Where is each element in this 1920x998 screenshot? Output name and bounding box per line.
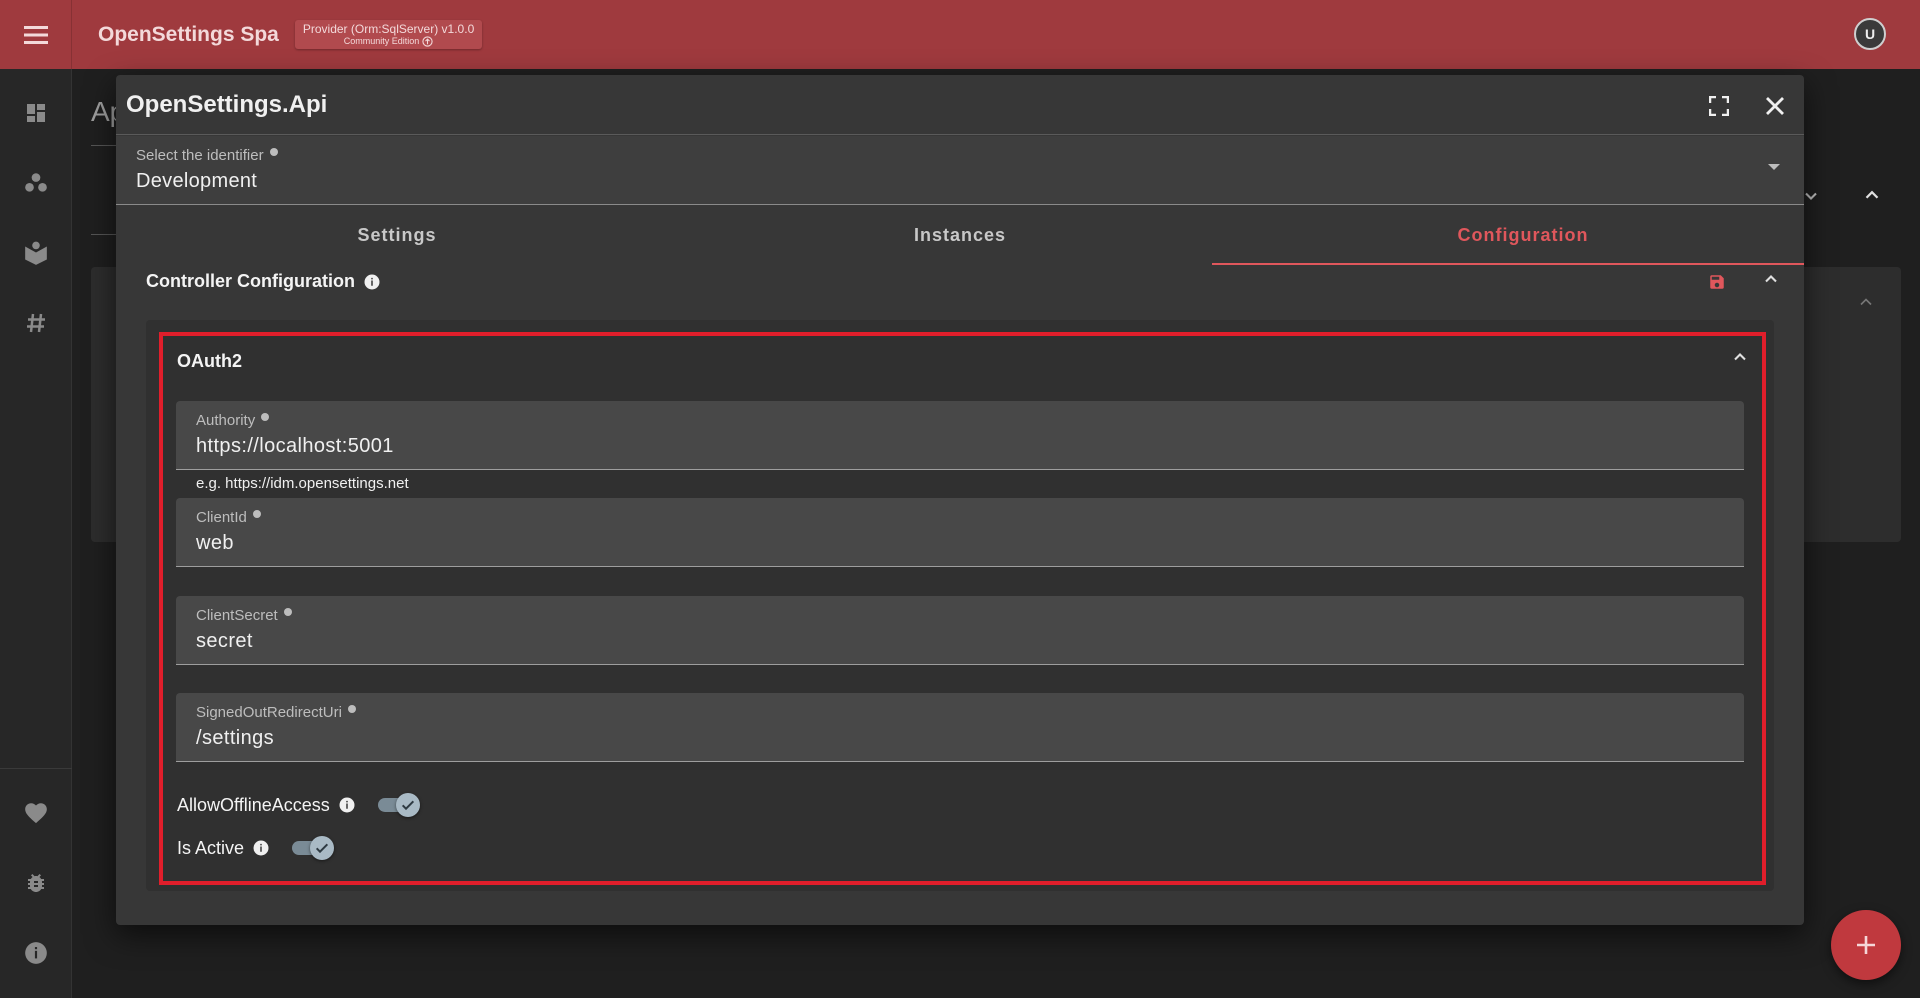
client-id-value: web [196,532,234,554]
identifier-label: Select the identifier [136,147,264,164]
fullscreen-icon [1709,96,1729,116]
section-title: Controller Configuration [146,271,355,291]
tab-instances[interactable]: Instances [679,206,1241,264]
info-dot-icon [283,607,292,616]
identifier-select[interactable]: Select the identifier Development [116,136,1804,205]
dialog-title: OpenSettings.Api [126,91,328,118]
background-collapse-button[interactable] [1861,184,1883,211]
dialog-header: OpenSettings.Api [116,75,1804,135]
check-icon [401,800,414,811]
is-active-label: Is Active [177,837,245,858]
switch-thumb [310,836,335,860]
authority-helper-text: e.g. https://idm.opensettings.net [196,475,409,492]
chevron-up-icon [1860,298,1872,306]
add-fab-button[interactable] [1831,910,1901,980]
allow-offline-access-row: AllowOfflineAccess [177,793,422,817]
chevron-up-icon [1765,275,1777,283]
heart-icon [25,803,47,824]
client-secret-label: ClientSecret [196,607,278,624]
oauth-title: OAuth2 [177,351,242,371]
allow-offline-access-toggle[interactable] [376,793,422,817]
sidebar-item-about[interactable] [22,939,50,967]
authority-value: https://localhost:5001 [196,435,394,457]
hashtag-icon [27,313,45,333]
identifier-label-row: Select the identifier [136,147,278,164]
sidebar-item-docs[interactable] [22,239,50,267]
signed-out-redirect-uri-label-row: SignedOutRedirectUri [196,704,356,721]
info-dot-icon [269,147,278,156]
upgrade-icon[interactable] [422,36,433,47]
apps-icon [25,173,47,192]
is-active-row: Is Active [177,836,336,860]
sidebar-item-tags[interactable] [22,309,50,337]
tab-configuration[interactable]: Configuration [1242,206,1804,264]
client-id-label-row: ClientId [196,509,261,526]
chevron-down-icon [1805,192,1817,200]
plus-icon [1857,936,1875,954]
sidebar-item-dashboard[interactable] [22,99,50,127]
check-icon [315,843,329,854]
close-dialog-button[interactable] [1760,91,1790,121]
identifier-value: Development [136,170,258,192]
info-dot-icon [252,509,261,518]
hamburger-icon [23,25,48,44]
dialog-tabs: Settings Instances Configuration [116,206,1804,264]
edition-row: Community Edition [303,36,474,47]
user-avatar[interactable]: U [1854,18,1886,50]
close-icon [1766,97,1784,115]
fullscreen-button[interactable] [1704,91,1734,121]
chevron-up-icon [1865,190,1879,199]
edition-label: Community Edition [343,35,420,46]
bug-icon [28,874,44,892]
active-tab-indicator [1212,263,1804,265]
client-id-label: ClientId [196,509,247,526]
provider-label: Provider (Orm:SqlServer) v1.0.0 [302,21,475,36]
signed-out-redirect-uri-value: /settings [196,727,275,749]
save-button[interactable] [1705,270,1729,294]
client-secret-field[interactable]: ClientSecret secret [176,596,1744,665]
dropdown-arrow-icon [1768,164,1780,170]
authority-label-row: Authority [196,412,270,429]
info-icon [25,942,47,964]
app-bar: OpenSettings Spa Provider (Orm:SqlServer… [0,0,1920,69]
app-dialog: OpenSettings.Api Select the identifier D… [116,75,1804,925]
provider-badge: Provider (Orm:SqlServer) v1.0.0 Communit… [294,19,483,50]
chevron-up-icon [1734,353,1746,361]
background-expand-button[interactable] [1801,186,1821,211]
allow-offline-access-label: AllowOfflineAccess [177,794,330,815]
is-active-toggle[interactable] [290,836,336,860]
tab-settings[interactable]: Settings [116,206,678,264]
app-title: OpenSettings Spa [98,22,279,46]
section-collapse-button[interactable] [1759,267,1783,291]
authority-field[interactable]: Authority https://localhost:5001 [176,401,1744,470]
client-secret-value: secret [196,630,253,652]
info-dot-icon [261,412,270,421]
client-secret-label-row: ClientSecret [196,607,292,624]
dashboard-icon [27,104,45,122]
signed-out-redirect-uri-label: SignedOutRedirectUri [196,704,342,721]
oauth-collapse-button[interactable] [1728,345,1752,369]
info-icon[interactable] [338,796,356,814]
signed-out-redirect-uri-field[interactable]: SignedOutRedirectUri /settings [176,693,1744,762]
sidebar [0,69,72,998]
client-id-field[interactable]: ClientId web [176,498,1744,567]
info-icon[interactable] [252,839,270,857]
info-icon[interactable] [363,273,381,291]
switch-thumb [395,793,420,817]
background-card-collapse[interactable] [1856,292,1876,317]
floppy-disk-icon [1710,275,1724,289]
sidebar-item-favorites[interactable] [22,799,50,827]
sidebar-item-apps[interactable] [22,169,50,197]
authority-label: Authority [196,412,256,429]
info-dot-icon [347,704,356,713]
section-header: Controller Configuration [146,271,381,292]
sidebar-divider [0,768,72,769]
book-icon [25,241,47,265]
sidebar-item-debug[interactable] [22,869,50,897]
menu-button[interactable] [0,0,72,69]
